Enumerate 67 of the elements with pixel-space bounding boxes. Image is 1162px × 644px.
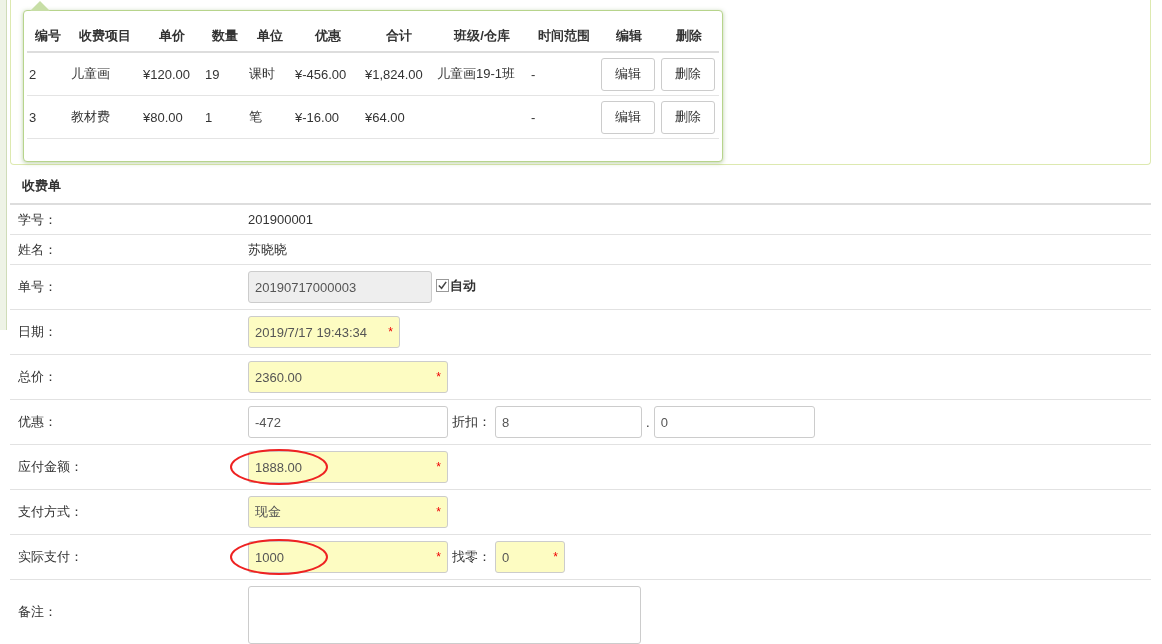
table-cell: 19 xyxy=(205,66,220,82)
form-title: 收费单 xyxy=(10,165,1151,205)
popup-pointer-icon xyxy=(30,1,50,11)
column-header: 数量 xyxy=(212,28,238,43)
input-field[interactable]: 1888.00 * xyxy=(248,451,448,483)
required-mark: * xyxy=(436,370,441,384)
column-header: 收费项目 xyxy=(79,28,131,43)
field-label: 备注： xyxy=(18,604,57,619)
table-cell: 1 xyxy=(205,109,213,125)
checkbox-label: 自动 xyxy=(450,277,476,295)
table-cell: ¥120.00 xyxy=(143,66,190,82)
input-field[interactable]: 2019/7/17 19:43:34 * xyxy=(248,316,400,348)
table-cell: ¥-16.00 xyxy=(295,109,340,125)
field-label: 日期： xyxy=(18,324,57,339)
required-mark: * xyxy=(436,505,441,519)
column-header: 删除 xyxy=(676,28,702,43)
field-label: 总价： xyxy=(18,369,57,384)
field-label: 姓名： xyxy=(18,241,57,257)
required-mark: * xyxy=(436,460,441,474)
input-field[interactable]: 0 xyxy=(653,406,815,438)
field-label: 优惠： xyxy=(18,414,57,429)
field-value: 苏晓晓 xyxy=(248,240,287,259)
input-field[interactable]: 0 * xyxy=(495,541,565,573)
table-cell: - xyxy=(531,109,536,125)
field-label: 单号： xyxy=(18,279,57,294)
field-value: 201900001 xyxy=(248,212,314,227)
table-cell: ¥-456.00 xyxy=(295,66,347,82)
column-header: 编辑 xyxy=(616,28,642,43)
table-cell: 2 xyxy=(29,66,37,82)
delete-button[interactable]: 删除 xyxy=(661,100,715,134)
required-mark: * xyxy=(436,550,441,564)
table-cell: 教材费 xyxy=(71,109,110,124)
table-cell: 笔 xyxy=(249,109,262,124)
column-header: 时间范围 xyxy=(538,28,590,43)
remarks-field[interactable] xyxy=(248,586,641,644)
table-cell: 3 xyxy=(29,109,37,125)
required-mark: * xyxy=(388,325,393,339)
table-cell: 儿童画 xyxy=(71,66,110,81)
column-header: 编号 xyxy=(35,28,61,43)
field-label: 找零： xyxy=(452,548,491,566)
required-mark: * xyxy=(553,550,558,564)
edit-button[interactable]: 编辑 xyxy=(601,100,655,134)
field-label: 实际支付： xyxy=(18,549,83,564)
table-cell: ¥1,824.00 xyxy=(365,66,423,82)
table-cell: 儿童画19-1班 xyxy=(437,66,516,81)
field-label: 折扣： xyxy=(452,413,491,431)
input-field[interactable]: 1000 * xyxy=(248,541,448,573)
column-header: 单价 xyxy=(159,28,185,43)
column-header: 优惠 xyxy=(315,28,341,43)
checkbox[interactable] xyxy=(436,279,449,292)
column-header: 合计 xyxy=(386,28,412,43)
input-field[interactable]: -472 xyxy=(248,406,448,438)
table-cell: 课时 xyxy=(249,66,275,81)
field-label: . xyxy=(646,414,650,430)
input-field[interactable]: 现金 * xyxy=(248,496,448,528)
edit-button[interactable]: 编辑 xyxy=(601,57,655,91)
column-header: 班级/仓库 xyxy=(454,28,510,43)
table-cell: ¥64.00 xyxy=(365,109,405,125)
input-field[interactable]: 2360.00 * xyxy=(248,361,448,393)
field-label: 支付方式： xyxy=(18,504,83,519)
field-label: 学号： xyxy=(18,211,57,227)
delete-button[interactable]: 删除 xyxy=(661,57,715,91)
column-header: 单位 xyxy=(257,28,283,43)
table-cell: - xyxy=(531,66,536,82)
input-field[interactable]: 8 xyxy=(495,406,642,438)
table-cell: ¥80.00 xyxy=(143,109,183,125)
field-label: 应付金额： xyxy=(18,459,83,474)
